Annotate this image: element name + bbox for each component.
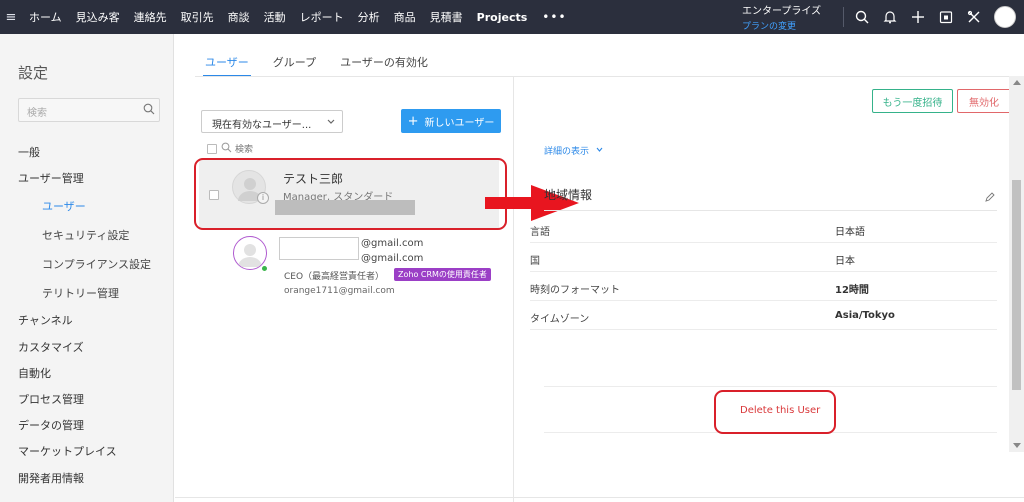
tab-users[interactable]: ユーザー [195, 34, 259, 77]
highlight-frame [714, 390, 836, 434]
tab-groups[interactable]: グループ [263, 34, 326, 76]
tools-icon[interactable] [960, 0, 988, 34]
edition-name: エンタープライズ [742, 6, 822, 17]
settings-search-input[interactable]: 検索 [18, 98, 160, 122]
divider [513, 76, 514, 502]
nav-home[interactable]: ホーム [22, 9, 69, 25]
user-tabs: ユーザー グループ ユーザーの有効化 [195, 34, 442, 77]
detail-row: タイムゾーン Asia/Tokyo [530, 301, 997, 330]
show-details-link[interactable]: 詳細の表示 [544, 144, 604, 157]
sidebar-item-data-admin[interactable]: データの管理 [0, 413, 174, 439]
locale-details: 言語 日本語 国 日本 時刻のフォーマット 12時間 タイムゾーン Asia/T… [530, 214, 997, 330]
detail-key: 国 [530, 256, 540, 267]
section-title: 地域情報 [544, 188, 593, 202]
deactivate-button[interactable]: 無効化 [957, 89, 1011, 113]
detail-row: 国 日本 [530, 243, 997, 272]
nav-contacts[interactable]: 連絡先 [127, 9, 174, 25]
edition-info: エンタープライズ プランの変更 [742, 2, 832, 32]
nav-activities[interactable]: 活動 [257, 9, 293, 25]
detail-key: 時刻のフォーマット [530, 285, 620, 296]
search-icon[interactable] [143, 103, 155, 118]
redacted-name [279, 237, 359, 260]
scrollbar-thumb[interactable] [1012, 180, 1021, 390]
chevron-down-icon [326, 115, 336, 130]
user-email: orange1711@gmail.com [284, 286, 395, 296]
sidebar-item-general[interactable]: 一般 [0, 140, 174, 166]
scroll-down-icon[interactable] [1013, 443, 1021, 448]
user-search-label: 検索 [235, 145, 254, 155]
search-placeholder: 検索 [27, 108, 47, 119]
divider [195, 76, 1024, 77]
calendar-icon[interactable] [932, 0, 960, 34]
more-modules-icon[interactable]: ••• [534, 10, 574, 24]
divider [544, 210, 997, 211]
nav-analytics[interactable]: 分析 [351, 9, 387, 25]
search-icon[interactable] [221, 142, 232, 156]
nav-leads[interactable]: 見込み客 [69, 9, 127, 25]
main-content: ユーザー グループ ユーザーの有効化 現在有効なユーザー... + 新しいユーザ… [175, 34, 1024, 502]
scrollbar[interactable] [1009, 76, 1024, 452]
module-tabs: ホーム 見込み客 連絡先 取引先 商談 活動 レポート 分析 商品 見積書 Pr… [22, 9, 575, 25]
new-user-button[interactable]: + 新しいユーザー [401, 109, 501, 133]
chevron-down-icon [595, 145, 604, 157]
user-role: CEO（最高経営責任者） [284, 272, 385, 282]
search-icon[interactable] [848, 0, 876, 34]
sidebar-item-user-management[interactable]: ユーザー管理 [0, 166, 174, 192]
tab-user-activation[interactable]: ユーザーの有効化 [330, 34, 438, 76]
settings-sidebar: 設定 検索 一般 ユーザー管理 ユーザー セキュリティ設定 コンプライアンス設定… [0, 34, 174, 502]
user-email-line1: @gmail.com [361, 238, 424, 249]
scroll-up-icon[interactable] [1013, 80, 1021, 85]
nav-deals[interactable]: 商談 [221, 9, 257, 25]
settings-title: 設定 [18, 64, 49, 82]
highlight-frame [194, 158, 507, 230]
sidebar-item-process[interactable]: プロセス管理 [0, 387, 174, 413]
reinvite-button[interactable]: もう一度招待 [872, 89, 953, 113]
divider [843, 7, 844, 27]
detail-row: 時刻のフォーマット 12時間 [530, 272, 997, 301]
nav-accounts[interactable]: 取引先 [174, 9, 221, 25]
sidebar-item-security[interactable]: セキュリティ設定 [0, 221, 174, 250]
plus-icon[interactable] [904, 0, 932, 34]
detail-value: 日本語 [835, 227, 865, 238]
nav-reports[interactable]: レポート [293, 9, 351, 25]
divider [544, 386, 997, 387]
status-badge: Zoho CRMの使用責任者 [394, 268, 491, 281]
pencil-icon[interactable] [985, 192, 995, 205]
sidebar-item-marketplace[interactable]: マーケットプレイス [0, 439, 174, 465]
plus-icon: + [407, 113, 419, 129]
sidebar-item-developer[interactable]: 開発者用情報 [0, 466, 174, 492]
user-email-line2: @gmail.com [361, 253, 424, 264]
detail-value: 日本 [835, 256, 855, 267]
new-user-label: 新しいユーザー [424, 117, 495, 129]
sidebar-item-customize[interactable]: カスタマイズ [0, 335, 174, 361]
settings-menu: 一般 ユーザー管理 ユーザー セキュリティ設定 コンプライアンス設定 テリトリー… [0, 140, 174, 492]
user-filter-label: 現在有効なユーザー... [212, 120, 312, 131]
online-status-icon [261, 265, 268, 272]
detail-key: タイムゾーン [530, 314, 590, 325]
sidebar-item-compliance[interactable]: コンプライアンス設定 [0, 250, 174, 279]
detail-value: 12時間 [835, 285, 869, 296]
show-details-label: 詳細の表示 [544, 147, 590, 157]
user-filter-dropdown[interactable]: 現在有効なユーザー... [201, 110, 343, 133]
bell-icon[interactable] [876, 0, 904, 34]
user-list-search[interactable]: 検索 [207, 142, 253, 155]
detail-key: 言語 [530, 227, 550, 238]
top-icons [839, 0, 1016, 34]
change-plan-link[interactable]: プランの変更 [742, 19, 832, 32]
nav-quotes[interactable]: 見積書 [423, 9, 470, 25]
top-navigation-bar: ≡ ホーム 見込み客 連絡先 取引先 商談 活動 レポート 分析 商品 見積書 … [0, 0, 1024, 34]
nav-products[interactable]: 商品 [387, 9, 423, 25]
select-all-checkbox[interactable] [207, 143, 217, 154]
sidebar-item-channels[interactable]: チャンネル [0, 308, 174, 334]
divider [175, 497, 1024, 498]
nav-projects[interactable]: Projects [470, 11, 535, 24]
detail-value: Asia/Tokyo [835, 310, 895, 321]
detail-row: 言語 日本語 [530, 214, 997, 243]
sidebar-item-users[interactable]: ユーザー [0, 192, 174, 221]
menu-icon[interactable]: ≡ [0, 10, 22, 25]
sidebar-item-automation[interactable]: 自動化 [0, 361, 174, 387]
profile-avatar[interactable] [994, 6, 1016, 28]
sidebar-item-territory[interactable]: テリトリー管理 [0, 279, 174, 308]
